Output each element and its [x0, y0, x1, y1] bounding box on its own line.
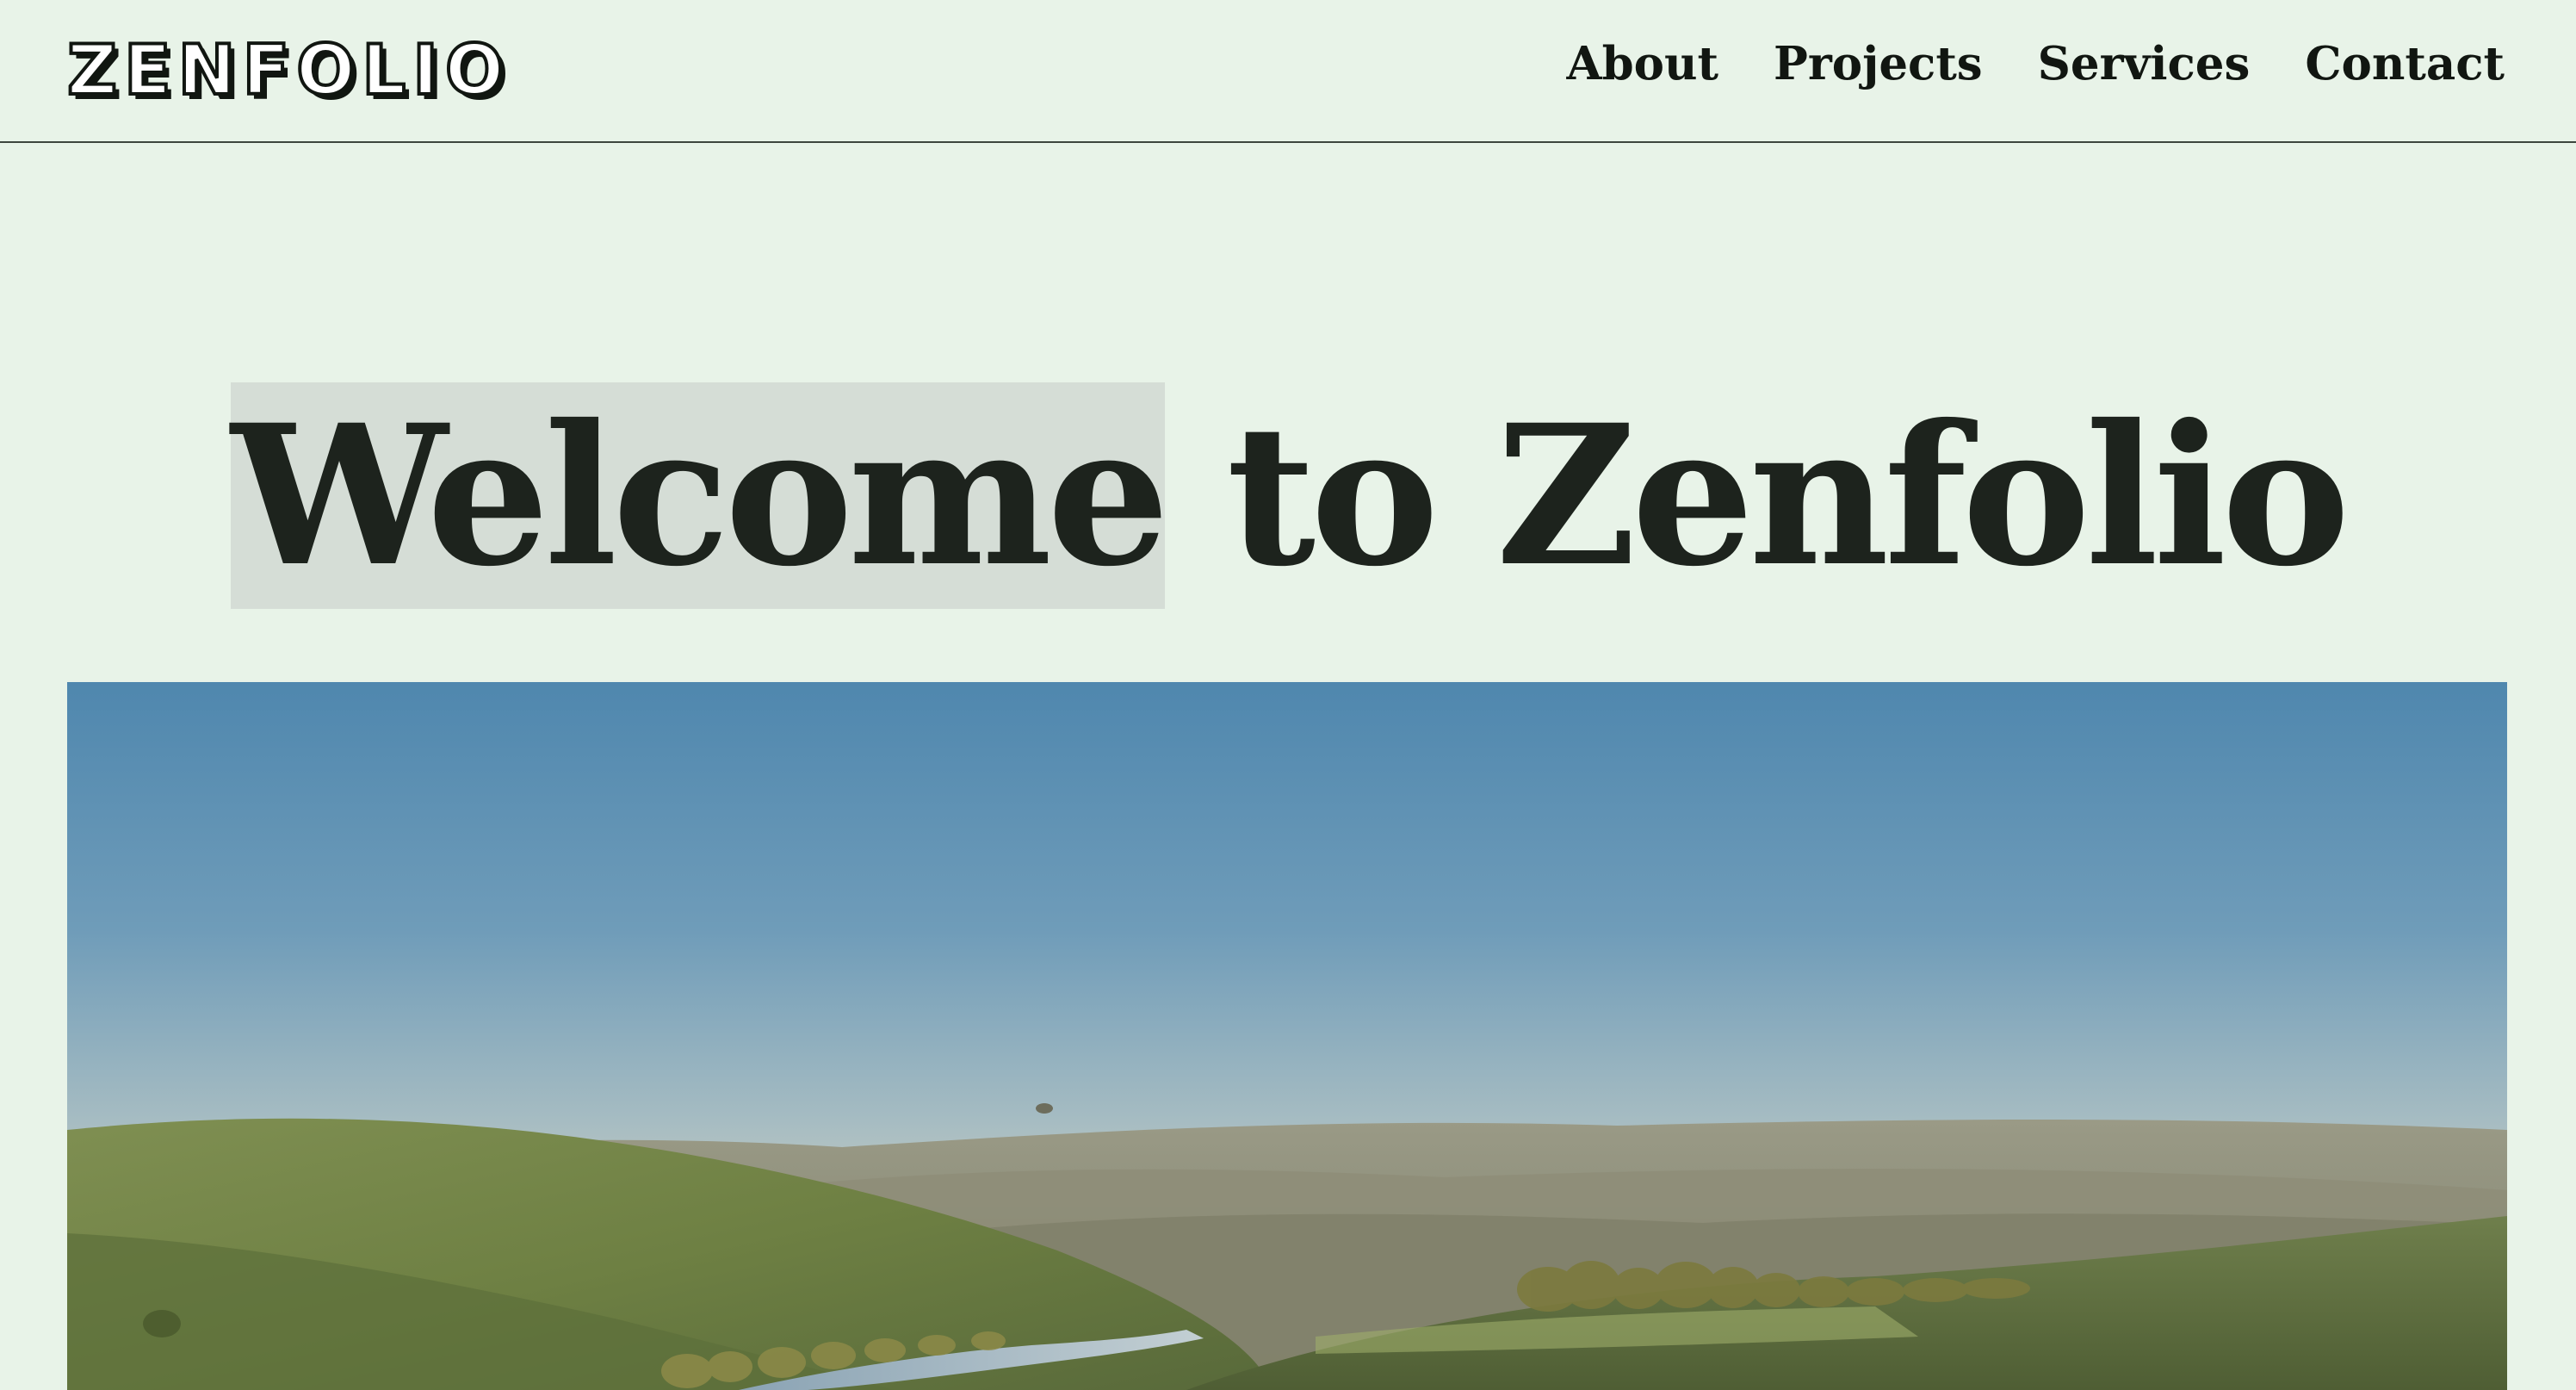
hero-title-rest: to Zenfolio: [1164, 382, 2350, 609]
hero-title: Welcome to Zenfolio: [0, 362, 2576, 630]
nav-link-services[interactable]: Services: [2038, 40, 2251, 87]
nav-link-about[interactable]: About: [1566, 40, 1718, 87]
site-header: ZENFOLIO About Projects Services Contact: [0, 0, 2576, 143]
hero-landscape-image: [67, 682, 2507, 1390]
nav-link-contact[interactable]: Contact: [2305, 40, 2505, 87]
hero-title-highlight: Welcome: [231, 382, 1170, 609]
main-nav: About Projects Services Contact: [1566, 24, 2505, 103]
site-logo[interactable]: ZENFOLIO: [65, 19, 511, 122]
nav-link-projects[interactable]: Projects: [1774, 40, 1983, 87]
